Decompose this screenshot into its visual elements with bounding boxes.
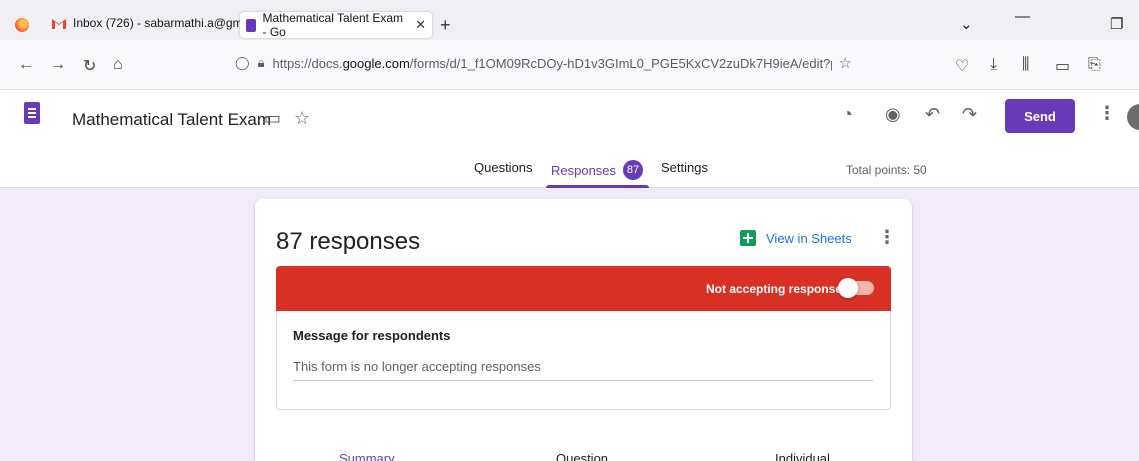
url-prefix: https://docs.: [272, 55, 343, 71]
responses-count-badge: 87: [623, 160, 644, 180]
minimize-icon[interactable]: —: [1015, 8, 1030, 25]
browser-tab-forms[interactable]: Mathematical Talent Exam - Go ✕: [240, 11, 432, 39]
firefox-icon[interactable]: [15, 18, 29, 32]
google-forms-icon: [246, 18, 256, 32]
shield-icon[interactable]: ◯: [235, 55, 250, 71]
lock-icon[interactable]: 🔒︎: [258, 55, 265, 71]
close-icon[interactable]: ✕: [415, 17, 426, 33]
browser-tab-title: Inbox (726) - sabarmathi.a@gm: [73, 16, 243, 30]
browser-tab-gmail[interactable]: Inbox (726) - sabarmathi.a@gm ✕: [46, 10, 268, 36]
view-in-sheets-link[interactable]: View in Sheets: [740, 230, 852, 246]
message-for-respondents-box: Message for respondents This form is no …: [276, 311, 891, 410]
undo-icon[interactable]: ↶: [925, 104, 940, 125]
extensions-icon[interactable]: ⎘: [1088, 56, 1101, 74]
forms-header: Mathematical Talent Exam ▭ ☆ ◔ ◉ ↶ ↷ Sen…: [0, 90, 1139, 188]
gmail-icon: [52, 16, 66, 30]
avatar[interactable]: [1127, 104, 1139, 130]
send-button[interactable]: Send: [1005, 99, 1075, 133]
star-icon[interactable]: ☆: [294, 108, 310, 129]
more-options-icon[interactable]: ⋮: [878, 227, 896, 248]
url-domain: google.com: [342, 55, 410, 71]
message-input[interactable]: This form is no longer accepting respons…: [293, 359, 541, 374]
url-path: /forms/d/1_f1OM09RcDOy-hD1v3GImL0_PGE5Kx…: [409, 55, 833, 71]
sheets-icon: [740, 230, 756, 246]
home-icon[interactable]: ⌂: [113, 56, 123, 74]
tab-questions[interactable]: Questions: [474, 160, 533, 175]
restore-icon[interactable]: ❐: [1110, 15, 1123, 33]
forward-icon[interactable]: →: [50, 56, 66, 74]
google-forms-logo-icon[interactable]: [24, 102, 40, 124]
active-tab-indicator: [546, 185, 649, 188]
accepting-responses-label: Not accepting responses: [706, 282, 849, 296]
browser-tab-title: Mathematical Talent Exam - Go: [262, 11, 404, 39]
new-tab-button[interactable]: +: [440, 15, 451, 36]
redo-icon[interactable]: ↷: [962, 104, 977, 125]
input-underline: [293, 380, 873, 381]
subtab-individual[interactable]: Individual: [775, 451, 830, 461]
accepting-responses-toggle[interactable]: [838, 278, 874, 298]
toggle-knob: [838, 278, 858, 298]
bookmark-star-icon[interactable]: ☆: [838, 54, 851, 72]
responses-count-heading: 87 responses: [276, 228, 421, 255]
reload-icon[interactable]: ↻: [83, 56, 96, 76]
tab-responses[interactable]: Responses 87: [551, 160, 644, 180]
more-options-icon[interactable]: ⋮: [1098, 103, 1116, 124]
tab-responses-label: Responses: [551, 162, 617, 178]
message-title: Message for respondents: [293, 328, 451, 343]
url-bar[interactable]: ◯ 🔒︎ https://docs.google.com/forms/d/1_f…: [235, 48, 900, 78]
total-points: Total points: 50: [846, 163, 927, 177]
library-icon[interactable]: ⫼: [1022, 56, 1029, 74]
palette-icon[interactable]: ◔: [842, 104, 853, 125]
download-icon[interactable]: ⤓: [990, 56, 997, 74]
view-in-sheets-label: View in Sheets: [766, 230, 852, 246]
responses-card: 87 responses View in Sheets ⋮ Not accept…: [255, 199, 912, 461]
preview-eye-icon[interactable]: ◉: [885, 104, 901, 125]
tab-settings[interactable]: Settings: [661, 160, 708, 175]
accepting-responses-banner: Not accepting responses: [276, 266, 891, 311]
pocket-icon[interactable]: ♡: [955, 56, 969, 76]
subtab-summary[interactable]: Summary: [339, 451, 395, 461]
back-icon[interactable]: ←: [18, 56, 34, 74]
sidebar-icon[interactable]: ▭: [1055, 56, 1070, 76]
subtab-question[interactable]: Question: [556, 451, 608, 461]
browser-tab-strip: Inbox (726) - sabarmathi.a@gm ✕ Mathemat…: [0, 0, 1139, 40]
folder-icon[interactable]: ▭: [264, 108, 281, 129]
url-text[interactable]: https://docs.google.com/forms/d/1_f1OM09…: [272, 56, 832, 71]
form-title[interactable]: Mathematical Talent Exam: [72, 110, 271, 130]
tab-list-chevron-icon[interactable]: ⌄: [960, 15, 973, 33]
